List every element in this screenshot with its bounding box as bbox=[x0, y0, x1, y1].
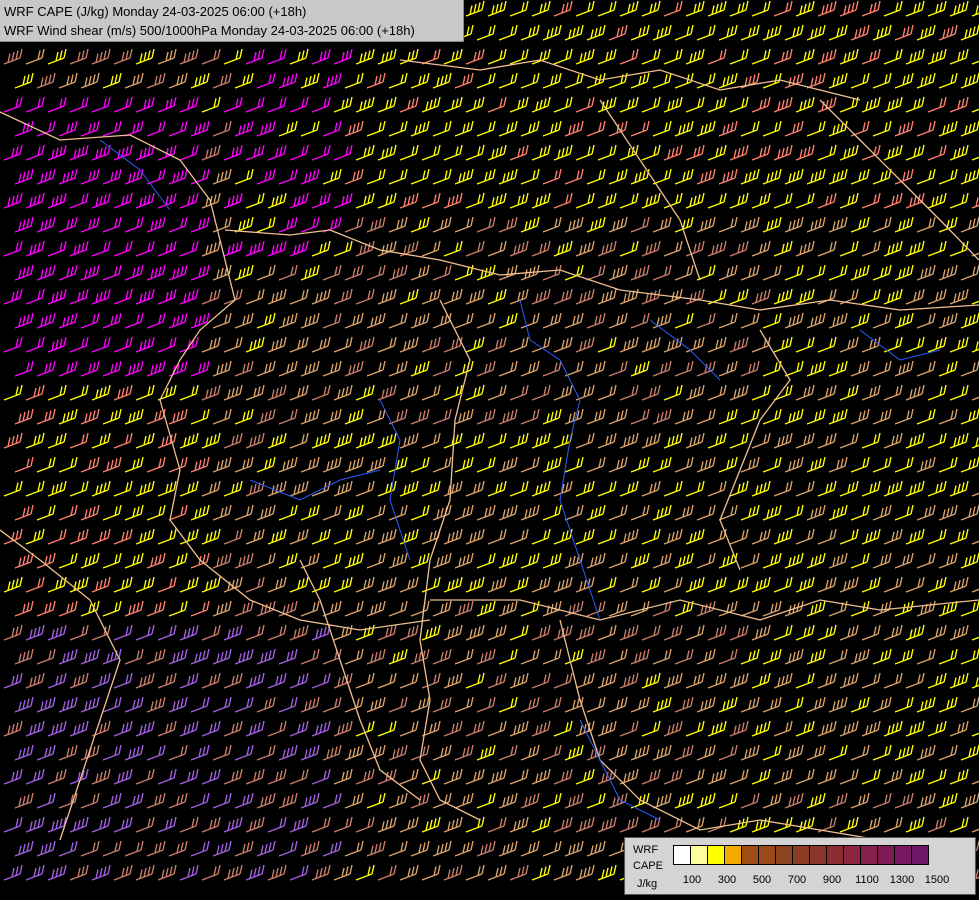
cape-legend: WRF CAPE J/kg 100 300 500 700 900 1100 1300 150… bbox=[624, 837, 976, 895]
legend-tick-label: 1300 bbox=[889, 874, 915, 886]
title-cape: WRF CAPE (J/kg) Monday 24-03-2025 06:00 … bbox=[4, 4, 307, 19]
title-wind-shear: WRF Wind shear (m/s) 500/1000hPa Monday … bbox=[4, 23, 415, 38]
legend-tick-label: 300 bbox=[717, 874, 737, 886]
legend-tick-label: 1100 bbox=[855, 874, 879, 886]
legend-tick-label: 100 bbox=[682, 874, 702, 886]
legend-swatch bbox=[775, 845, 793, 865]
legend-swatch bbox=[826, 845, 844, 865]
legend-swatch bbox=[758, 845, 776, 865]
weather-map bbox=[0, 0, 979, 900]
legend-swatch bbox=[911, 845, 929, 865]
legend-tick-label: 500 bbox=[752, 874, 772, 886]
legend-ticks: 100 300 500 700 900 1100 1300 1500 bbox=[673, 874, 973, 888]
legend-model-label: WRF bbox=[633, 844, 659, 856]
legend-tick-label: 700 bbox=[787, 874, 807, 886]
legend-tick-label: 900 bbox=[822, 874, 842, 886]
title-box: WRF CAPE (J/kg) Monday 24-03-2025 06:00 … bbox=[0, 0, 464, 42]
legend-swatch bbox=[843, 845, 861, 865]
legend-swatch bbox=[792, 845, 810, 865]
legend-unit: J/kg bbox=[637, 878, 658, 890]
legend-swatch bbox=[860, 845, 878, 865]
legend-swatch bbox=[707, 845, 725, 865]
legend-swatch bbox=[894, 845, 912, 865]
legend-field-label: CAPE bbox=[633, 860, 663, 872]
legend-swatch bbox=[724, 845, 742, 865]
legend-swatch bbox=[741, 845, 759, 865]
legend-swatches bbox=[673, 845, 929, 865]
legend-tick-label: 1500 bbox=[924, 874, 950, 886]
legend-swatch bbox=[690, 845, 708, 865]
legend-swatch bbox=[809, 845, 827, 865]
legend-swatch bbox=[673, 845, 691, 865]
legend-swatch bbox=[877, 845, 895, 865]
